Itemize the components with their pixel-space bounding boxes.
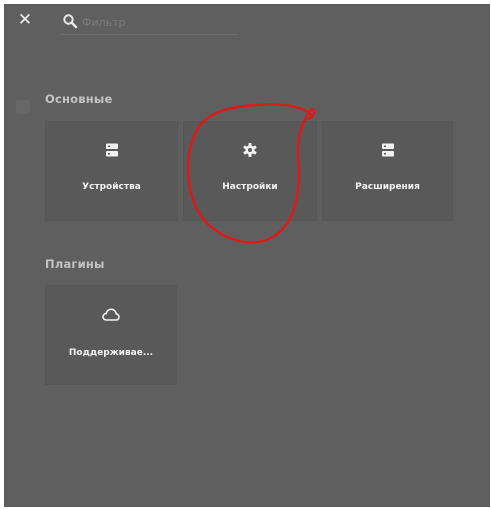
server-icon	[105, 143, 118, 157]
tile-settings[interactable]: Настройки	[184, 122, 316, 220]
tile-devices[interactable]: Устройства	[46, 122, 177, 220]
server-icon	[381, 143, 394, 157]
settings-panel: ✕ Основные Устройства Настройк	[4, 4, 490, 507]
cloud-icon	[102, 308, 120, 321]
tile-label: Поддерживае...	[68, 348, 154, 358]
close-button[interactable]: ✕	[15, 10, 35, 30]
tile-extensions[interactable]: Расширения	[323, 122, 452, 220]
section-title-plugins: Плагины	[45, 257, 105, 271]
tile-label: Устройства	[82, 182, 141, 192]
close-icon: ✕	[17, 10, 33, 30]
search-input[interactable]	[82, 12, 232, 32]
section-title-main: Основные	[45, 92, 113, 106]
side-icon	[16, 100, 30, 114]
gear-icon	[243, 143, 257, 157]
search-box[interactable]	[60, 12, 238, 35]
tile-label: Настройки	[222, 182, 278, 192]
tile-supported-plugins[interactable]: Поддерживае...	[46, 286, 176, 384]
search-icon	[63, 14, 78, 29]
tile-label: Расширения	[355, 182, 420, 192]
